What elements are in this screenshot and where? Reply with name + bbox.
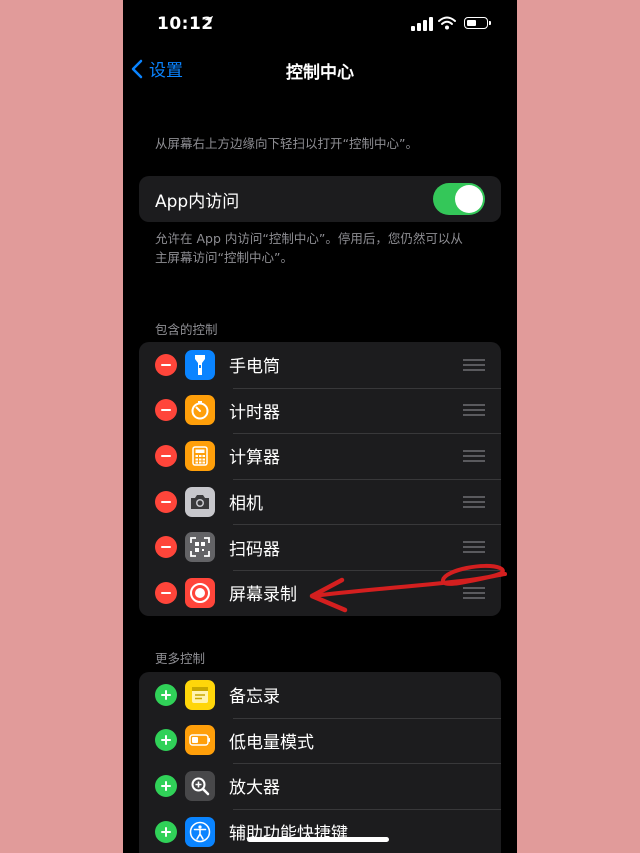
access-toggle-row: App内访问 [139, 176, 501, 222]
access-note-line-2: 主屏幕访问“控制中心”。 [155, 250, 293, 265]
timer-icon [185, 395, 215, 426]
screen-record-icon [185, 577, 215, 608]
remove-button[interactable] [155, 581, 177, 604]
add-button[interactable] [155, 820, 177, 843]
included-section-title: 包含的控制 [155, 322, 218, 337]
remove-button[interactable] [155, 399, 177, 422]
switch-knob [455, 185, 483, 213]
access-toggle-label: App内访问 [155, 191, 240, 212]
access-note: 允许在 App 内访问“控制中心”。停用后，您仍然可以从 主屏幕访问“控制中心”… [155, 229, 463, 267]
list-item: 备忘录 [139, 672, 501, 718]
qr-scanner-icon [185, 532, 215, 563]
more-section-title: 更多控制 [155, 651, 206, 666]
list-item-label: 手电筒 [229, 357, 280, 378]
list-item: 辅助功能快捷键 [139, 808, 501, 853]
list-item-label: 扫码器 [229, 539, 280, 560]
add-button[interactable] [155, 729, 177, 752]
list-item: 相机 [139, 478, 501, 525]
phone-screen: 10:12 设置 控制中心 从屏幕右上方边缘向下轻扫以打开“控制中心”。 App… [123, 0, 517, 853]
list-item-label: 放大器 [229, 778, 280, 799]
access-note-line-1: 允许在 App 内访问“控制中心”。停用后，您仍然可以从 [155, 231, 463, 246]
list-item: 屏幕录制 [139, 569, 501, 616]
list-item-label: 备忘录 [229, 687, 280, 708]
list-item: 手电筒 [139, 342, 501, 388]
home-indicator[interactable] [247, 837, 389, 842]
list-item-label: 屏幕录制 [229, 585, 297, 606]
list-item: 扫码器 [139, 524, 501, 570]
included-controls-list: 手电筒 计时器 计算器 相机 扫码器 屏幕录制 [139, 342, 501, 616]
calculator-icon [185, 440, 215, 471]
page-title: 控制中心 [286, 63, 354, 83]
reorder-handle[interactable] [463, 584, 485, 602]
remove-button[interactable] [155, 490, 177, 513]
add-button[interactable] [155, 683, 177, 706]
remove-button[interactable] [155, 444, 177, 467]
cellular-signal-icon [411, 17, 433, 31]
camera-icon [185, 486, 215, 517]
list-item: 计算器 [139, 433, 501, 479]
remove-button[interactable] [155, 536, 177, 559]
wifi-icon [438, 15, 456, 34]
battery-level [467, 20, 476, 26]
list-item-label: 计时器 [229, 402, 280, 423]
reorder-handle[interactable] [463, 538, 485, 556]
flashlight-icon [185, 349, 215, 380]
intro-note: 从屏幕右上方边缘向下轻扫以打开“控制中心”。 [155, 136, 418, 151]
status-bar: 10:12 [123, 0, 517, 50]
more-controls-list: 备忘录 低电量模式 放大器 辅助功能快捷键 [139, 672, 501, 853]
remove-button[interactable] [155, 353, 177, 376]
notes-icon [185, 679, 215, 710]
list-item-label: 计算器 [229, 448, 280, 469]
reorder-handle[interactable] [463, 493, 485, 511]
add-button[interactable] [155, 774, 177, 797]
battery-icon [464, 17, 491, 29]
list-item: 放大器 [139, 763, 501, 809]
magnifier-icon [185, 770, 215, 801]
list-item: 计时器 [139, 387, 501, 434]
reorder-handle[interactable] [463, 356, 485, 374]
access-toggle-group: App内访问 [139, 176, 501, 222]
access-toggle-switch[interactable] [433, 183, 485, 215]
reorder-handle[interactable] [463, 447, 485, 465]
list-item-label: 低电量模式 [229, 732, 314, 753]
low-power-icon [185, 725, 215, 756]
navigation-bar: 设置 控制中心 [123, 52, 517, 88]
list-item: 低电量模式 [139, 717, 501, 764]
location-arrow-icon [203, 15, 214, 30]
reorder-handle[interactable] [463, 401, 485, 419]
accessibility-icon [185, 816, 215, 847]
list-item-label: 相机 [229, 494, 263, 515]
